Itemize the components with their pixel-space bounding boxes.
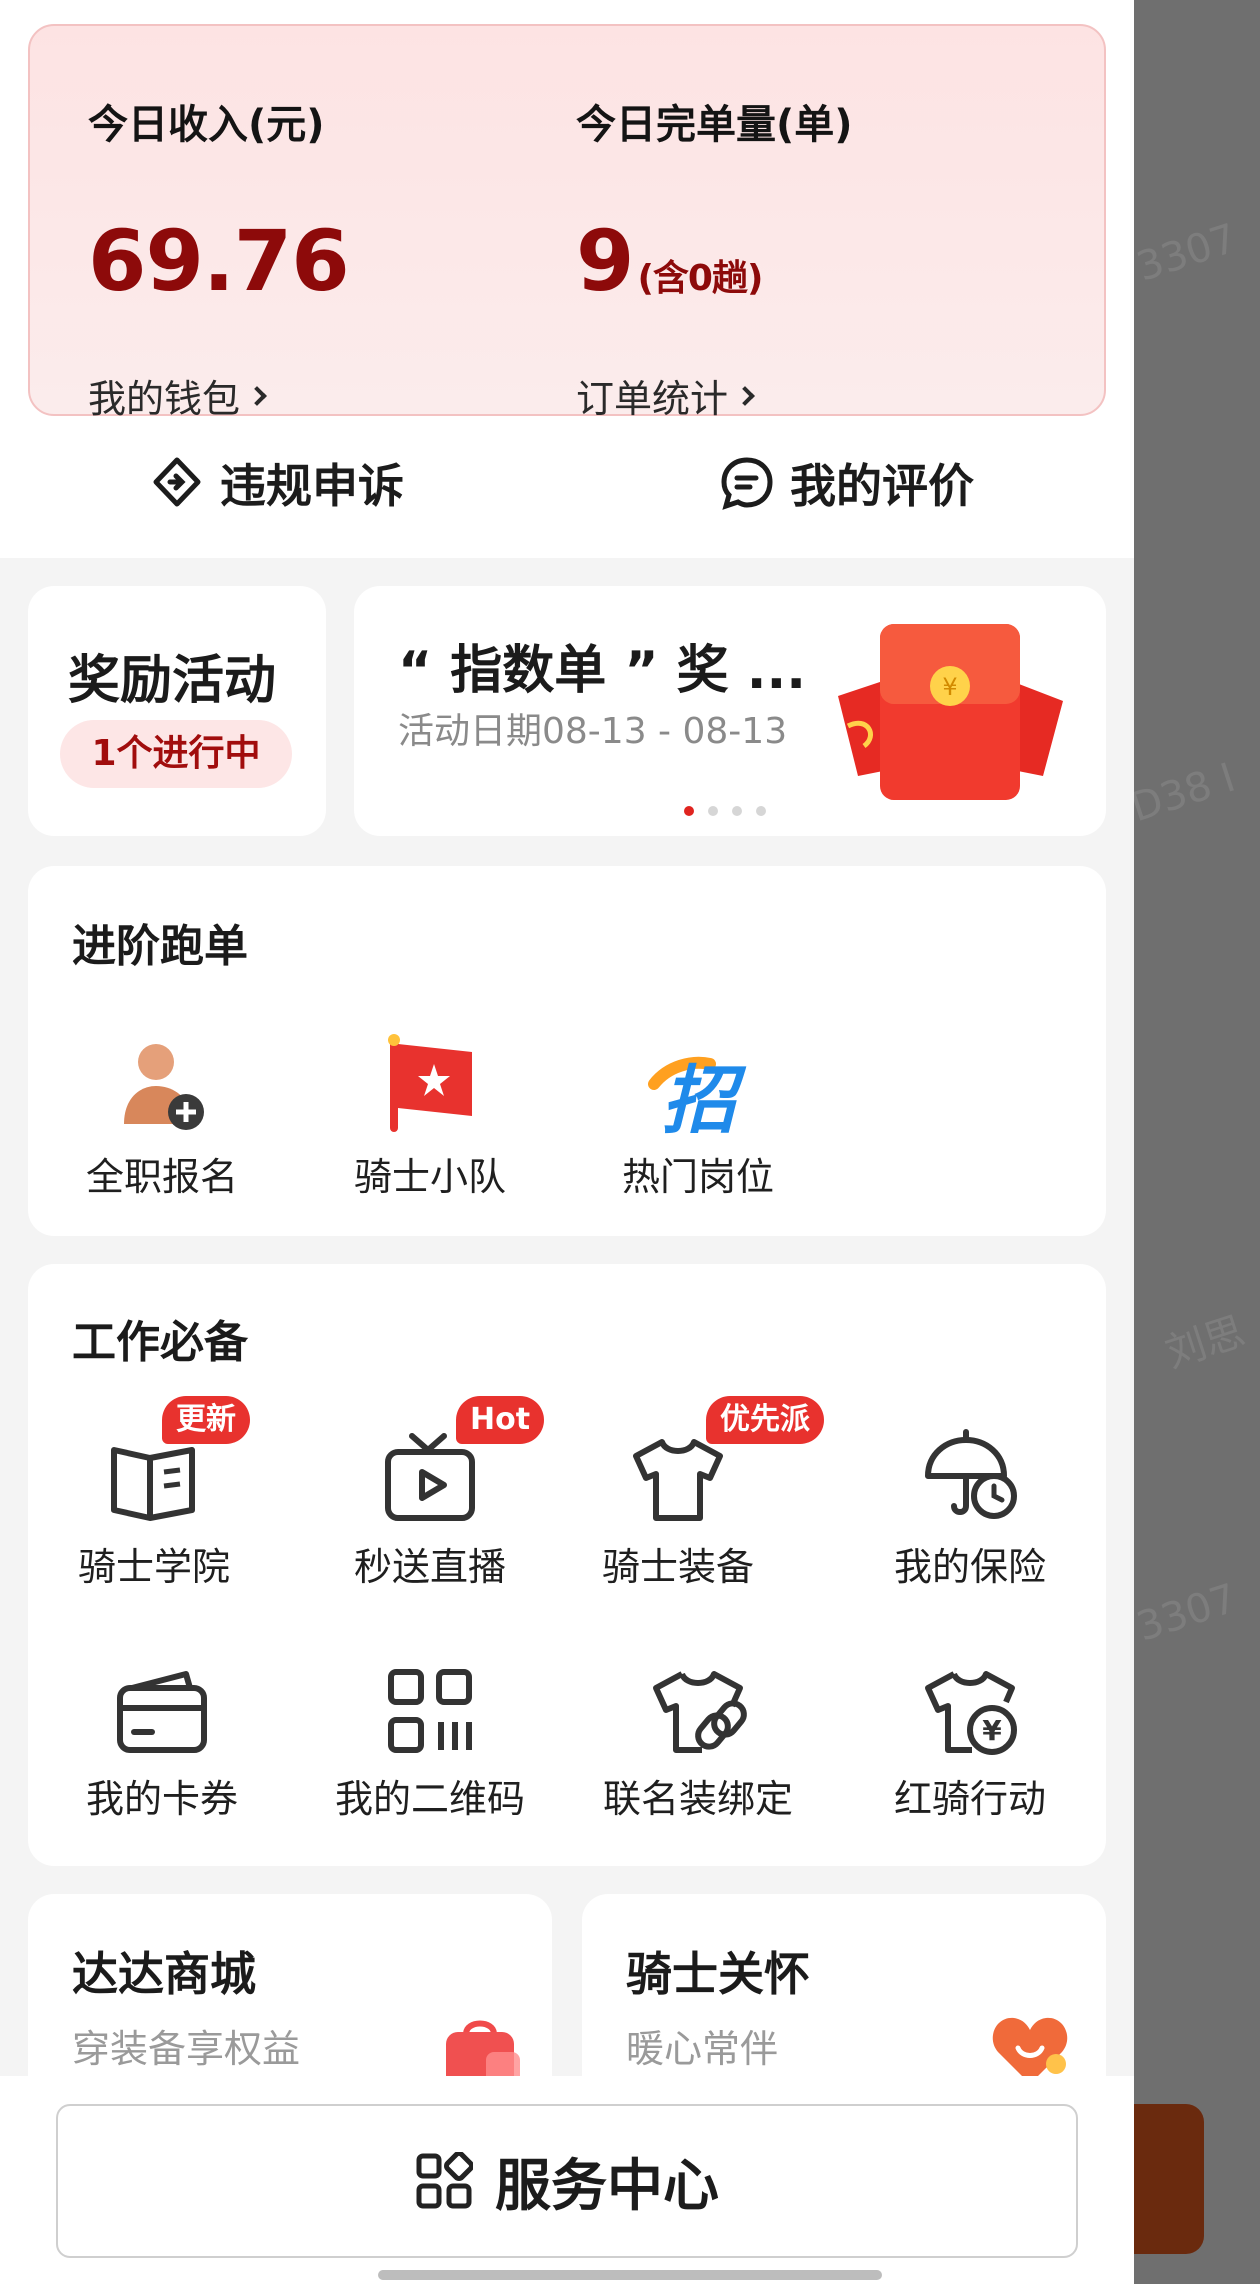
rider-academy-label: 骑士学院	[77, 1545, 230, 1589]
update-badge: 更新	[162, 1396, 250, 1444]
home-indicator[interactable]	[378, 2270, 882, 2280]
orders-suffix: (含0趟)	[637, 258, 763, 299]
income-label: 今日收入(元)	[88, 102, 325, 148]
order-stats-link[interactable]: 订单统计	[576, 368, 755, 423]
reward-activity-card[interactable]: 奖励活动 1个进行中	[28, 586, 326, 836]
carousel-dot[interactable]	[708, 806, 718, 816]
my-reviews-label: 我的评价	[790, 459, 974, 513]
rider-care-title: 骑士关怀	[626, 1947, 810, 2001]
banner-date: 活动日期08-13 - 08-13	[398, 711, 788, 752]
my-insurance-item[interactable]: 我的保险	[850, 1414, 1090, 1591]
live-stream-label: 秒送直播	[353, 1545, 506, 1589]
appeal-icon	[153, 457, 201, 507]
shirt-icon	[633, 1439, 723, 1521]
red-envelope-icon: ¥	[838, 624, 1063, 800]
background-action-button	[1134, 2104, 1204, 2254]
full-time-signup-item[interactable]: 全职报名	[42, 1024, 282, 1201]
advanced-orders-title: 进阶跑单	[72, 921, 248, 972]
svg-text:¥: ¥	[942, 673, 957, 701]
carousel-dot[interactable]	[732, 806, 742, 816]
wallet-link-label: 我的钱包	[88, 377, 241, 421]
appeal-label: 违规申诉	[220, 459, 404, 513]
watermark-text: 3307	[1131, 1575, 1243, 1651]
red-rider-action-item[interactable]: ¥ 红骑行动	[850, 1646, 1090, 1823]
co-brand-binding-item[interactable]: 联名装绑定	[578, 1646, 818, 1823]
priority-badge: 优先派	[706, 1396, 824, 1444]
co-brand-binding-label: 联名装绑定	[602, 1777, 793, 1821]
orders-value: 9	[576, 212, 634, 310]
book-icon	[111, 1447, 195, 1521]
bottom-bar: 服务中心	[0, 2076, 1134, 2284]
service-center-label: 服务中心	[495, 2153, 719, 2219]
person-add-icon	[124, 1044, 204, 1130]
orders-label: 今日完单量(单)	[576, 102, 853, 148]
orders-stat[interactable]: 今日完单量(单) 9 (含0趟) 订单统计	[576, 92, 853, 421]
hot-jobs-item[interactable]: 招 热门岗位	[578, 1024, 818, 1201]
my-qr-code-label: 我的二维码	[334, 1777, 525, 1821]
hot-badge: Hot	[456, 1396, 545, 1444]
side-drawer: 今日收入(元) 69.76 我的钱包 今日完单量(单) 9 (含0趟) 订单统计 …	[0, 0, 1134, 2284]
umbrella-clock-icon	[925, 1429, 1017, 1519]
rider-gear-item[interactable]: 优先派 骑士装备	[558, 1396, 824, 1591]
my-reviews-button[interactable]: 我的评价	[718, 450, 974, 516]
rider-gear-label: 骑士装备	[601, 1545, 754, 1589]
work-essentials-card: 工作必备 更新 骑士学院 Hot 秒送直播 优先派 骑士装备 我的保险 我的卡券…	[28, 1264, 1106, 1866]
recruit-icon: 招	[648, 1056, 747, 1134]
dada-mall-title: 达达商城	[72, 1947, 256, 2001]
full-time-signup-label: 全职报名	[85, 1155, 238, 1199]
wallet-link[interactable]: 我的钱包	[88, 368, 267, 423]
dada-mall-subtitle: 穿装备享权益	[72, 2027, 301, 2071]
chevron-right-icon	[735, 385, 755, 406]
dimmed-background[interactable]: 3307 D38 I 刘思 3307	[1125, 0, 1260, 2284]
reward-status-badge: 1个进行中	[60, 720, 292, 788]
my-qr-code-item[interactable]: 我的二维码	[310, 1646, 550, 1823]
grid-apps-icon	[416, 2152, 473, 2209]
appeal-button[interactable]: 违规申诉	[148, 450, 404, 516]
card-icon	[117, 1671, 207, 1753]
chat-bubble-icon	[721, 457, 773, 510]
my-insurance-label: 我的保险	[893, 1545, 1046, 1589]
hot-jobs-label: 热门岗位	[621, 1155, 774, 1199]
shirt-yen-icon: ¥	[925, 1671, 1017, 1755]
work-essentials-title: 工作必备	[72, 1317, 248, 1368]
carousel-dots	[684, 806, 780, 816]
red-rider-action-label: 红骑行动	[893, 1777, 1046, 1821]
reward-title: 奖励活动	[68, 651, 277, 711]
service-center-button[interactable]: 服务中心	[56, 2104, 1078, 2258]
rider-academy-item[interactable]: 更新 骑士学院	[34, 1396, 274, 1591]
carousel-dot[interactable]	[756, 806, 766, 816]
flag-icon	[388, 1034, 472, 1132]
today-stats-card: 今日收入(元) 69.76 我的钱包 今日完单量(单) 9 (含0趟) 订单统计	[28, 24, 1106, 421]
rider-squad-item[interactable]: 骑士小队	[310, 1024, 550, 1201]
activity-banner-card[interactable]: “ 指数单 ” 奖 ... 活动日期08-13 - 08-13 ¥	[354, 586, 1106, 836]
watermark-text: 刘思	[1160, 1308, 1251, 1378]
qr-code-icon	[388, 1669, 472, 1753]
banner-title: “ 指数单 ” 奖 ...	[398, 641, 807, 701]
orders-value-row: 9 (含0趟)	[576, 212, 763, 310]
shirt-link-icon	[653, 1671, 747, 1753]
my-coupons-item[interactable]: 我的卡券	[42, 1646, 282, 1823]
header-area: 今日收入(元) 69.76 我的钱包 今日完单量(单) 9 (含0趟) 订单统计 …	[0, 0, 1134, 558]
income-stat[interactable]: 今日收入(元) 69.76 我的钱包	[88, 92, 350, 421]
advanced-orders-card: 进阶跑单 全职报名 骑士小队 招 热门岗位	[28, 866, 1106, 1236]
rider-squad-label: 骑士小队	[353, 1155, 506, 1199]
my-coupons-label: 我的卡券	[85, 1777, 238, 1821]
chevron-right-icon	[247, 385, 267, 406]
watermark-text: 3307	[1131, 215, 1243, 291]
svg-text:招: 招	[662, 1058, 747, 1134]
live-stream-item[interactable]: Hot 秒送直播	[310, 1396, 550, 1591]
order-stats-label: 订单统计	[576, 377, 729, 421]
tv-play-icon	[385, 1433, 475, 1521]
carousel-dot-active[interactable]	[684, 806, 694, 816]
income-value: 69.76	[88, 212, 350, 310]
watermark-text: D38 I	[1125, 754, 1241, 832]
svg-text:¥: ¥	[982, 1714, 1002, 1747]
rider-care-subtitle: 暖心常伴	[626, 2027, 779, 2071]
